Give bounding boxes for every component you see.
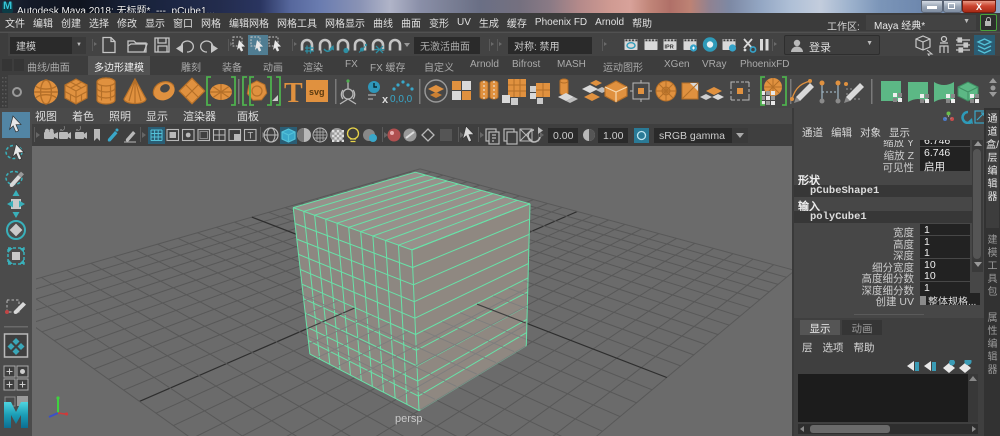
svg-text:svg: svg [309,87,325,97]
svg-text:0.00: 0.00 [553,130,574,142]
svg-text:sRGB gamma: sRGB gamma [659,130,725,142]
svg-text:persp: persp [395,413,423,425]
svg-text:T: T [248,131,254,142]
svg-text:⤾: ⤾ [76,126,81,133]
svg-text:0,0,0: 0,0,0 [390,94,413,105]
svg-text:x: x [382,94,389,106]
svg-text:T: T [284,78,303,108]
svg-text:⤾: ⤾ [60,126,65,133]
svg-text:1.00: 1.00 [603,130,624,142]
